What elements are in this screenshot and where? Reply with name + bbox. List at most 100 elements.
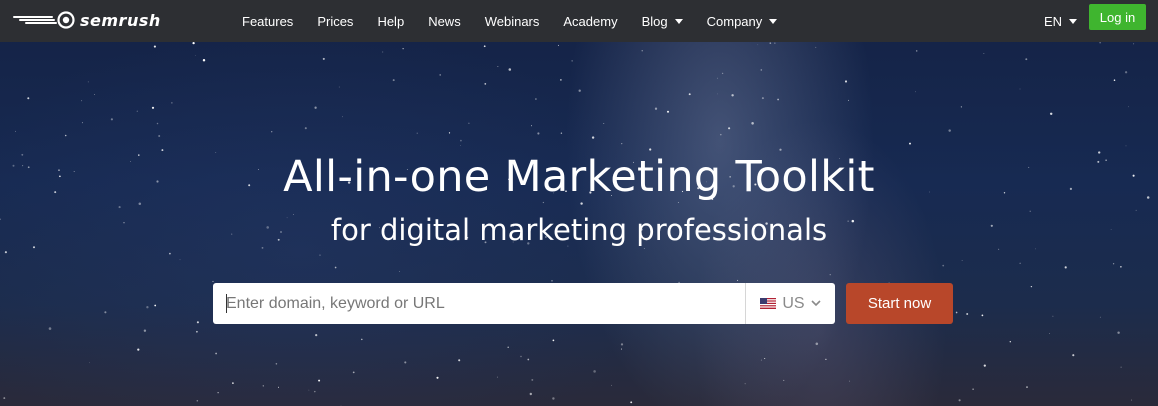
star [825,358,827,361]
star [621,142,623,145]
nav-item-news[interactable]: News [428,14,461,29]
star [630,401,633,404]
star [497,66,499,67]
star [1029,210,1031,212]
star [1120,366,1122,368]
star [399,271,400,272]
star [560,79,562,81]
star [915,50,918,52]
star [1133,43,1135,45]
star [436,376,439,379]
star [688,93,691,96]
star [315,333,318,337]
star [439,74,442,76]
star [815,46,817,48]
star [179,259,181,261]
star [1019,88,1021,90]
star [849,380,851,382]
star [571,60,573,62]
star [158,135,161,137]
nav-item-help[interactable]: Help [377,14,404,29]
star [192,41,195,45]
star [537,132,540,135]
star [194,55,196,56]
nav-item-academy[interactable]: Academy [563,14,617,29]
nav-item-label: Help [377,13,405,29]
start-now-button[interactable]: Start now [846,283,953,324]
star [731,94,734,97]
login-button[interactable]: Log in [1089,4,1146,30]
star [460,145,461,146]
star [1064,266,1067,269]
star [966,313,969,315]
star [468,122,470,124]
star [560,132,563,134]
nav-item-prices[interactable]: Prices [317,14,353,29]
star [143,329,147,332]
star [1120,266,1122,268]
star [578,89,581,92]
star [1049,112,1053,116]
language-label: EN [1044,13,1063,29]
star [460,139,462,142]
star [751,122,754,125]
star [915,91,916,93]
star [277,386,280,388]
star [1019,262,1021,264]
star [48,327,52,330]
star [948,129,951,132]
star [382,51,384,53]
nav-item-label: Features [242,13,294,29]
star [593,370,596,373]
star [4,251,7,254]
star [262,385,264,387]
star [848,99,850,101]
star [815,342,819,346]
star [744,383,746,385]
nav-item-label: Academy [563,13,618,29]
star [448,132,451,134]
star [760,69,763,71]
star [1030,285,1033,288]
star [137,348,140,351]
star [1124,71,1128,74]
star [774,42,776,44]
language-selector[interactable]: EN [1044,0,1078,42]
star [844,80,848,83]
database-select[interactable]: US [745,283,835,324]
star [603,123,605,124]
star [153,45,156,48]
nav-item-blog[interactable]: Blog [642,14,683,29]
star [308,389,310,391]
search-input[interactable] [213,283,745,324]
nav-item-company[interactable]: Company [707,14,778,29]
star [275,363,278,365]
nav-item-features[interactable]: Features [242,14,293,29]
star [151,106,155,109]
us-flag-icon [760,298,777,309]
star [1113,79,1116,81]
star [529,392,532,396]
nav-item-label: Webinars [484,13,540,29]
nav-item-webinars[interactable]: Webinars [485,14,540,29]
star [641,50,643,52]
text-cursor [226,294,227,313]
star [89,362,90,364]
star [527,358,530,361]
star [15,130,17,132]
star [1009,341,1011,343]
star [196,321,199,324]
star [392,79,395,82]
star [318,379,321,382]
main-nav: Features Prices Help News Webinars Acade… [242,0,801,42]
star [1117,331,1120,334]
star [484,83,487,85]
database-label: US [782,294,805,312]
star [983,52,985,54]
star [146,306,149,309]
star [215,352,217,355]
star [764,357,766,360]
star [138,202,142,205]
star [341,116,343,118]
semrush-logo[interactable]: semrush [12,9,161,31]
